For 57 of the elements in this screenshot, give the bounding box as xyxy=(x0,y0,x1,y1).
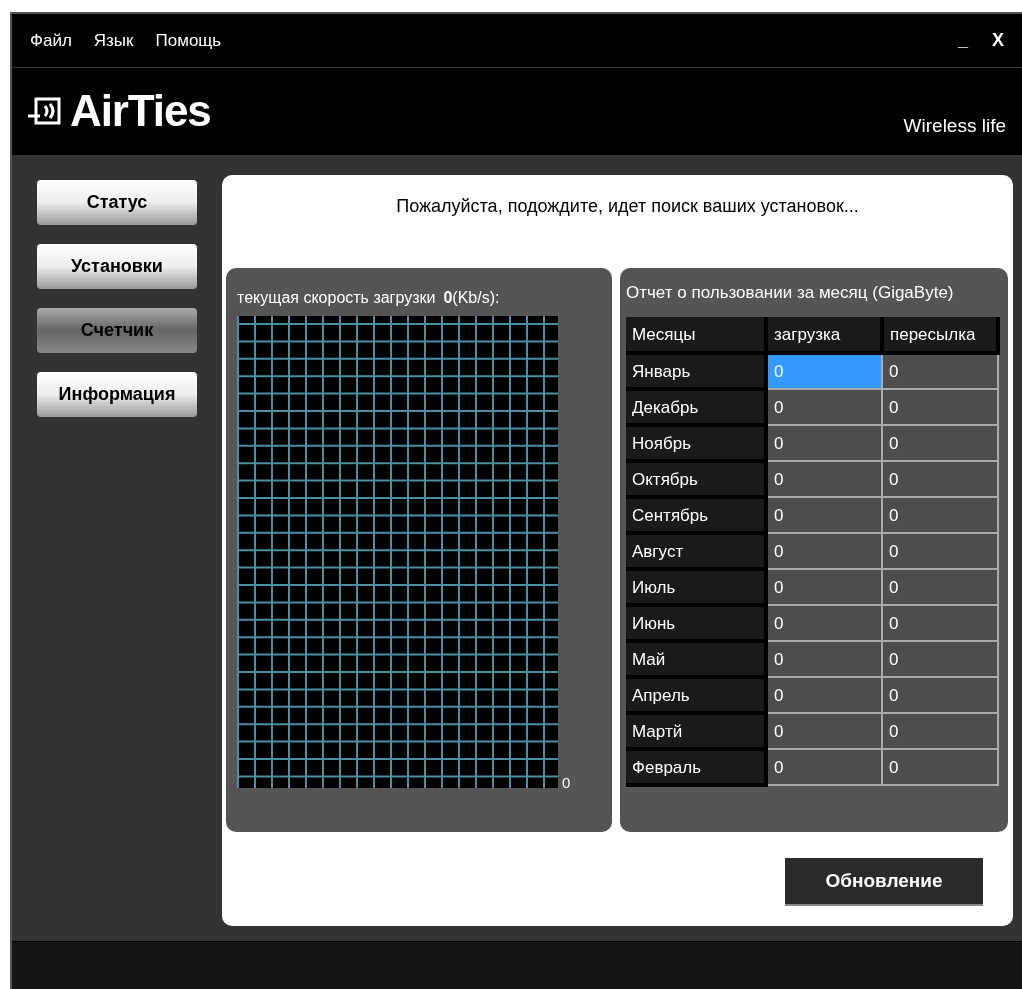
usage-cell[interactable]: 0 xyxy=(882,461,998,498)
close-button[interactable]: X xyxy=(992,26,1004,54)
usage-cell[interactable]: 0 xyxy=(882,605,998,642)
usage-cell[interactable]: 0 xyxy=(882,641,998,678)
tagline: Wireless life xyxy=(903,114,1006,139)
usage-cell[interactable]: 0 xyxy=(766,641,882,678)
month-cell[interactable]: Ноябрь xyxy=(626,425,766,462)
usage-cell[interactable]: 0 xyxy=(766,569,882,606)
usage-cell[interactable]: 0 xyxy=(766,677,882,714)
speed-unit: (Kb/s): xyxy=(452,288,500,309)
speed-label: текущая скорость загрузки xyxy=(237,288,436,309)
axis-label: 0 xyxy=(562,772,571,793)
month-cell[interactable]: Июль xyxy=(626,569,766,606)
month-cell[interactable]: Июнь xyxy=(626,605,766,642)
usage-cell[interactable]: 0 xyxy=(882,389,998,426)
column-header: загрузка xyxy=(766,317,882,354)
usage-cell[interactable]: 0 xyxy=(766,461,882,498)
month-cell[interactable]: Октябрь xyxy=(626,461,766,498)
month-cell[interactable]: Декабрь xyxy=(626,389,766,426)
sidebar-item[interactable]: Статус xyxy=(37,180,197,226)
status-message: Пожалуйста, подождите, идет поиск ваших установок... xyxy=(395,195,860,219)
usage-cell[interactable]: 0 xyxy=(766,389,882,426)
usage-cell[interactable]: 0 xyxy=(766,713,882,750)
column-header: Месяцы xyxy=(626,317,766,354)
menu-item[interactable]: Файл xyxy=(30,27,72,54)
usage-cell[interactable]: 0 xyxy=(882,497,998,534)
usage-cell[interactable]: 0 xyxy=(766,605,882,642)
usage-cell[interactable]: 0 xyxy=(882,677,998,714)
sidebar-item[interactable]: Установки xyxy=(37,244,197,290)
month-cell[interactable]: Сентябрь xyxy=(626,497,766,534)
usage-cell[interactable]: 0 xyxy=(766,425,882,462)
logo-text: AirTies xyxy=(70,85,211,138)
month-cell[interactable]: Май xyxy=(626,641,766,678)
minimize-button[interactable]: _ xyxy=(957,26,968,54)
usage-title: Отчет о пользовании за месяц (GigaByte) xyxy=(626,282,955,305)
month-cell[interactable]: Январь xyxy=(626,353,766,390)
sidebar-item[interactable]: Информация xyxy=(37,372,197,418)
month-cell[interactable]: Апрель xyxy=(626,677,766,714)
month-cell[interactable]: Август xyxy=(626,533,766,570)
menu-item[interactable]: Язык xyxy=(93,27,134,54)
usage-cell[interactable]: 0 xyxy=(882,713,998,750)
usage-cell[interactable]: 0 xyxy=(882,353,998,390)
usage-cell[interactable]: 0 xyxy=(766,749,882,786)
speed-value: 0 xyxy=(443,288,453,309)
logo-icon xyxy=(28,96,62,127)
usage-cell[interactable]: 0 xyxy=(882,569,998,606)
month-cell[interactable]: Мартй xyxy=(626,713,766,750)
usage-cell[interactable]: 0 xyxy=(882,425,998,462)
month-cell[interactable]: Февраль xyxy=(626,749,766,786)
menu-item[interactable]: Помощь xyxy=(155,27,222,54)
usage-cell[interactable]: 0 xyxy=(766,497,882,534)
sidebar-item[interactable]: Счетчик xyxy=(37,308,197,354)
usage-cell[interactable]: 0 xyxy=(882,533,998,570)
usage-cell[interactable]: 0 xyxy=(882,749,998,786)
column-header: пересылка xyxy=(882,317,998,354)
usage-cell[interactable]: 0 xyxy=(766,533,882,570)
refresh-button[interactable]: Обновление xyxy=(785,858,983,907)
